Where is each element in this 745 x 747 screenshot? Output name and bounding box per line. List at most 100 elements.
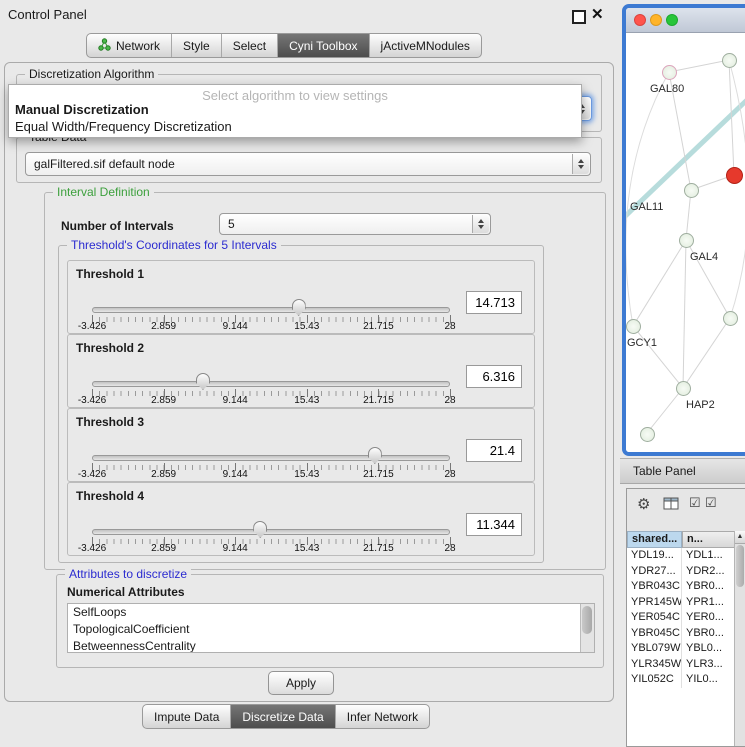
cell[interactable]: YIL0...	[682, 672, 735, 688]
tab-discretize-data[interactable]: Discretize Data	[231, 705, 335, 728]
slider-track[interactable]	[92, 529, 450, 535]
tab-style[interactable]: Style	[172, 34, 222, 57]
network-node[interactable]	[723, 311, 738, 326]
scrollbar-thumb[interactable]	[736, 545, 744, 587]
thresholds-coordinates-group: Threshold's Coordinates for 5 Intervals …	[58, 245, 544, 563]
network-canvas[interactable]: GAL80 GAL11 GAL4 GCY1 HAP2	[626, 33, 745, 452]
slider-track[interactable]	[92, 455, 450, 461]
threshold-label: Threshold 2	[76, 341, 144, 355]
threshold-4-value-field[interactable]	[466, 513, 522, 536]
threshold-2-value-field[interactable]	[466, 365, 522, 388]
number-of-intervals-combobox[interactable]: 5	[219, 213, 491, 235]
table-vertical-scrollbar[interactable]: ▲	[734, 531, 745, 746]
tab-cyni-toolbox[interactable]: Cyni Toolbox	[278, 34, 369, 57]
table-panel-window[interactable]: ⚙ ☑ ☑ shared... n... YDL19...YDL1... YDR…	[626, 488, 745, 747]
network-node[interactable]	[722, 53, 737, 68]
select-none-checkbox-icon[interactable]: ☑	[705, 495, 717, 511]
node-label: GCY1	[627, 337, 657, 349]
table-row[interactable]: YIL052CYIL0...	[627, 672, 735, 688]
column-header-shared-name[interactable]: shared...	[627, 531, 682, 548]
network-node[interactable]	[640, 427, 655, 442]
table-row[interactable]: YBL079WYBL0...	[627, 641, 735, 657]
zoom-traffic-light-icon[interactable]	[666, 14, 678, 26]
table-data-combobox[interactable]: galFiltered.sif default node	[25, 152, 591, 176]
dropdown-option-manual-discretization[interactable]: Manual Discretization	[15, 102, 149, 117]
network-node[interactable]	[662, 65, 677, 80]
cell[interactable]: YER0...	[682, 610, 735, 626]
numerical-attributes-list[interactable]: SelfLoops TopologicalCoefficient Between…	[67, 603, 595, 653]
threshold-4-slider-handle[interactable]	[253, 521, 267, 538]
cell[interactable]: YLR345W	[627, 657, 682, 673]
node-label: GAL80	[650, 83, 684, 95]
close-icon[interactable]: ✕	[591, 5, 604, 23]
cell[interactable]: YDR27...	[627, 564, 682, 580]
table-row[interactable]: YDL19...YDL1...	[627, 548, 735, 564]
cell[interactable]: YIL052C	[627, 672, 682, 688]
network-node[interactable]	[679, 233, 694, 248]
table-row[interactable]: YBR043CYBR0...	[627, 579, 735, 595]
cell[interactable]: YPR1...	[682, 595, 735, 611]
tab-label: Discretize Data	[242, 710, 323, 724]
list-item[interactable]: TopologicalCoefficient	[73, 622, 190, 639]
threshold-1-slider[interactable]	[92, 299, 450, 317]
tab-label: Network	[116, 39, 160, 53]
scrollbar-thumb[interactable]	[582, 606, 592, 634]
cell[interactable]: YBR0...	[682, 626, 735, 642]
combo-stepper-icon	[572, 154, 589, 174]
tab-select[interactable]: Select	[222, 34, 278, 57]
threshold-3-slider[interactable]	[92, 447, 450, 465]
threshold-3-value-field[interactable]	[466, 439, 522, 462]
list-item[interactable]: BetweennessCentrality	[73, 639, 196, 653]
threshold-label: Threshold 1	[76, 267, 144, 281]
network-node-selected-red[interactable]	[726, 167, 743, 184]
threshold-1-value-field[interactable]	[466, 291, 522, 314]
cell[interactable]: YBR0...	[682, 579, 735, 595]
network-node[interactable]	[676, 381, 691, 396]
cell[interactable]: YBL079W	[627, 641, 682, 657]
threshold-3-slider-handle[interactable]	[368, 447, 382, 464]
cell[interactable]: YBR045C	[627, 626, 682, 642]
scroll-up-arrow-icon[interactable]: ▲	[735, 531, 745, 544]
float-window-icon[interactable]	[572, 10, 586, 24]
network-node[interactable]	[626, 319, 641, 334]
table-body[interactable]: YDL19...YDL1... YDR27...YDR2... YBR043CY…	[627, 548, 735, 746]
network-window-titlebar[interactable]	[626, 8, 745, 33]
table-row[interactable]: YLR345WYLR3...	[627, 657, 735, 673]
minimize-traffic-light-icon[interactable]	[650, 14, 662, 26]
column-header-name[interactable]: n...	[682, 531, 735, 548]
list-item[interactable]: SelfLoops	[73, 605, 126, 622]
table-row[interactable]: YPR145WYPR1...	[627, 595, 735, 611]
tab-label: Impute Data	[154, 710, 219, 724]
select-all-checkbox-icon[interactable]: ☑	[689, 495, 701, 511]
gear-icon[interactable]: ⚙	[637, 495, 650, 513]
apply-button[interactable]: Apply	[268, 671, 334, 695]
cell[interactable]: YBR043C	[627, 579, 682, 595]
threshold-4-slider[interactable]	[92, 521, 450, 539]
cell[interactable]: YBL0...	[682, 641, 735, 657]
cell[interactable]: YLR3...	[682, 657, 735, 673]
dropdown-option-equal-width-frequency[interactable]: Equal Width/Frequency Discretization	[15, 119, 232, 134]
slider-track[interactable]	[92, 307, 450, 313]
cell[interactable]: YER054C	[627, 610, 682, 626]
tab-infer-network[interactable]: Infer Network	[336, 705, 429, 728]
table-row[interactable]: YBR045CYBR0...	[627, 626, 735, 642]
cell[interactable]: YDR2...	[682, 564, 735, 580]
columns-icon[interactable]	[663, 497, 679, 514]
table-row[interactable]: YER054CYER0...	[627, 610, 735, 626]
close-traffic-light-icon[interactable]	[634, 14, 646, 26]
tab-network[interactable]: Network	[87, 34, 172, 57]
cell[interactable]: YDL19...	[627, 548, 682, 564]
network-view-window[interactable]: GAL80 GAL11 GAL4 GCY1 HAP2	[622, 4, 745, 456]
tab-jactivemnodules[interactable]: jActiveMNodules	[370, 34, 481, 57]
cell[interactable]: YDL1...	[682, 548, 735, 564]
network-node[interactable]	[684, 183, 699, 198]
slider-track[interactable]	[92, 381, 450, 387]
list-scrollbar[interactable]	[580, 604, 594, 652]
threshold-2-slider[interactable]	[92, 373, 450, 391]
tab-impute-data[interactable]: Impute Data	[143, 705, 231, 728]
cell[interactable]: YPR145W	[627, 595, 682, 611]
table-row[interactable]: YDR27...YDR2...	[627, 564, 735, 580]
threshold-2-slider-handle[interactable]	[196, 373, 210, 390]
group-title: Threshold's Coordinates for 5 Intervals	[67, 238, 281, 252]
threshold-1-slider-handle[interactable]	[292, 299, 306, 316]
